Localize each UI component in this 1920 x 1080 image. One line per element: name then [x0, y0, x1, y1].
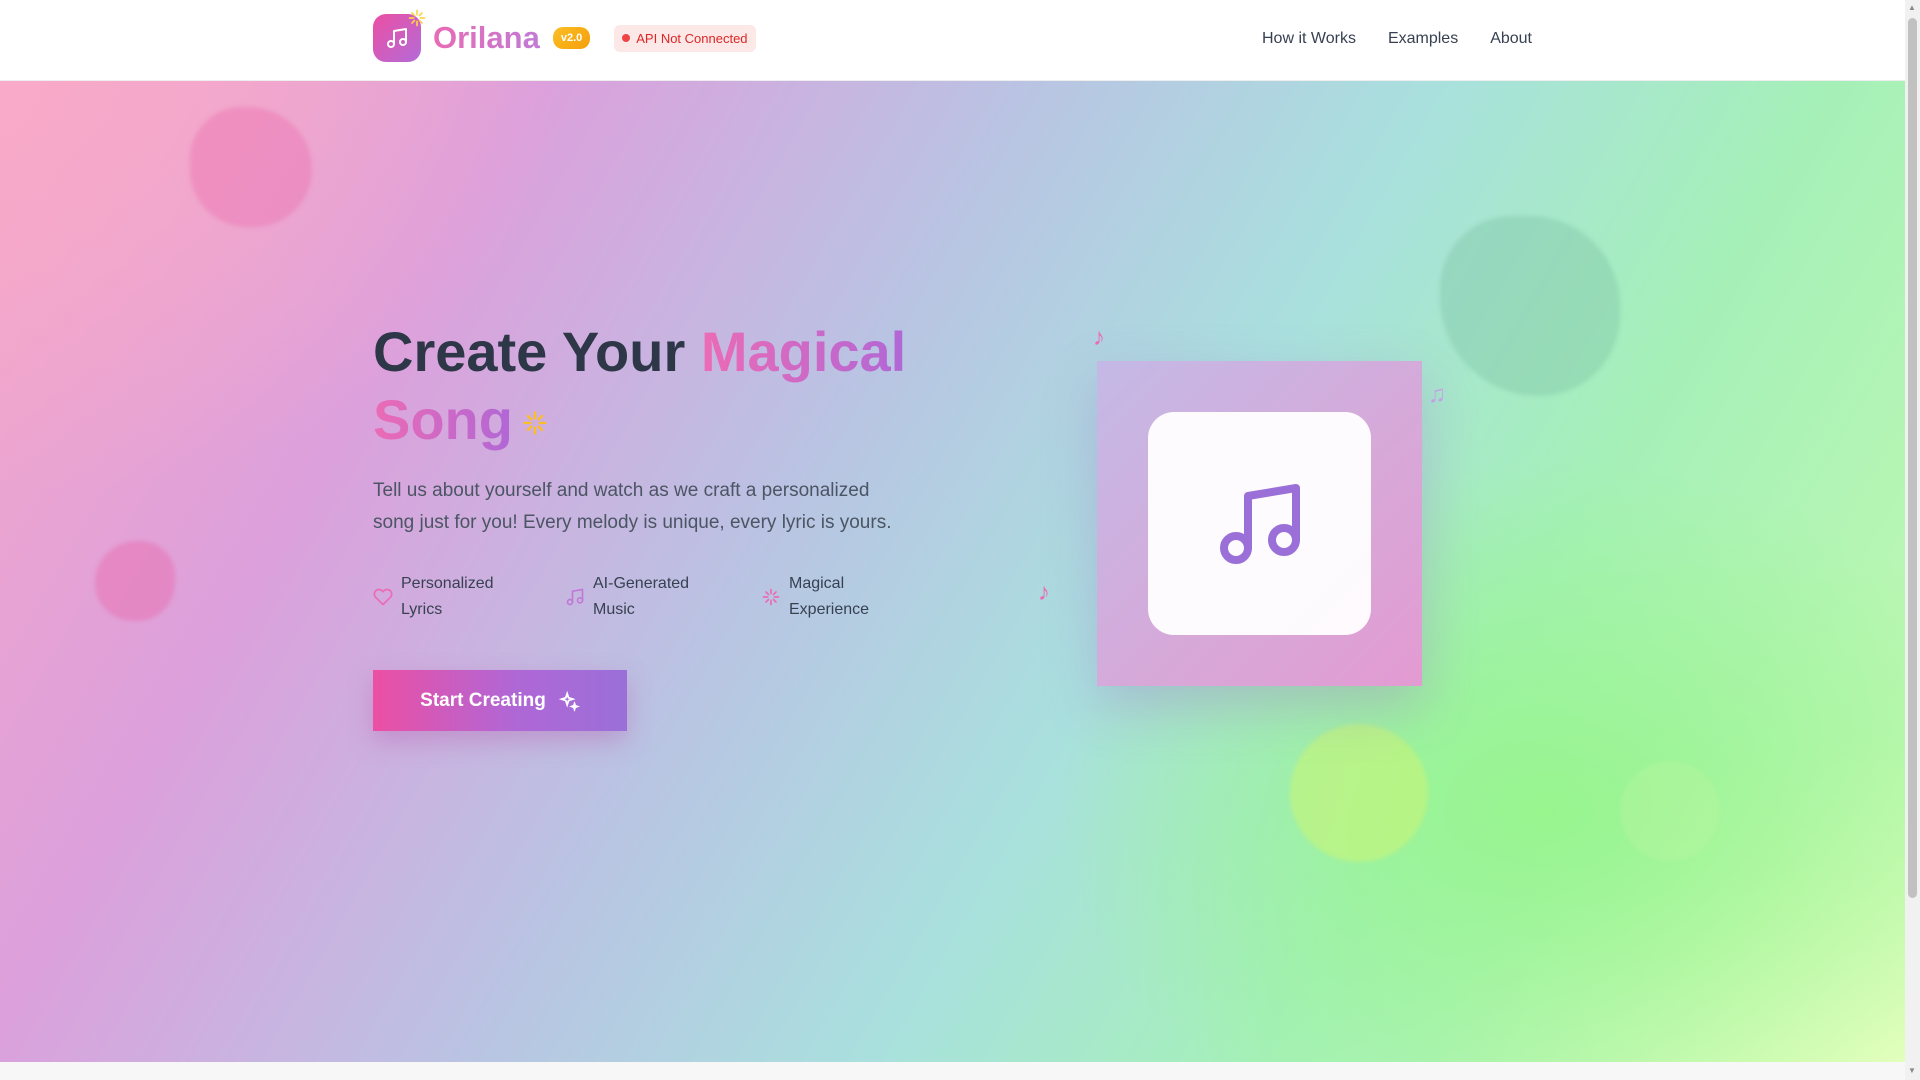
feature-label: AI-Generated Music: [593, 575, 690, 618]
decorative-blob: [1440, 216, 1620, 396]
floating-note-icon: ♪: [1038, 579, 1050, 606]
floating-note-icon: ♪: [1093, 324, 1105, 351]
decorative-blob: [1290, 724, 1428, 862]
feature-label: Magical Experience: [789, 575, 870, 618]
music-note-icon: [1212, 476, 1308, 572]
album-art-card: [1097, 361, 1422, 686]
start-creating-button[interactable]: Start Creating: [373, 670, 627, 731]
cta-label: Start Creating: [420, 689, 546, 711]
api-status-text: API Not Connected: [636, 30, 748, 46]
scroll-up-icon[interactable]: ▲: [1908, 3, 1916, 12]
nav-about[interactable]: About: [1490, 30, 1532, 48]
decorative-blob: [1620, 761, 1720, 861]
feature-label: Personalized Lyrics: [401, 575, 494, 618]
title-accent: Song: [373, 388, 513, 451]
scrollbar-thumb[interactable]: [1908, 18, 1917, 898]
music-note-icon: [565, 587, 585, 607]
album-art-inner: [1148, 412, 1371, 635]
api-status-badge: API Not Connected: [614, 24, 756, 52]
hero-title: Create Your Magical Song: [373, 318, 933, 454]
status-dot-icon: [622, 34, 631, 42]
music-note-icon: [373, 9, 426, 62]
brand-logo[interactable]: Orilana v2.0 API Not Connected: [373, 9, 756, 62]
feature-item: Magical Experience: [761, 571, 951, 623]
version-badge: v2.0: [552, 27, 591, 49]
page-scrollbar[interactable]: ▲ ▼: [1905, 0, 1920, 1080]
sparkle-icon: [407, 8, 427, 33]
scroll-down-icon[interactable]: ▼: [1908, 1066, 1916, 1075]
title-accent: Magical: [700, 320, 907, 383]
sparkle-icon: [521, 384, 549, 452]
nav-how-it-works[interactable]: How it Works: [1262, 30, 1356, 48]
main-nav: How it Works Examples About: [1262, 30, 1532, 48]
feature-list: Personalized Lyrics AI-Generated Music M…: [373, 571, 951, 623]
heart-icon: [373, 587, 393, 607]
hero-section: Create Your Magical Song Tell us about y…: [0, 81, 1905, 1062]
hero-subtitle: Tell us about yourself and watch as we c…: [373, 480, 892, 533]
sparkles-icon: [558, 690, 580, 712]
top-nav-bar: Orilana v2.0 API Not Connected How it Wo…: [0, 0, 1905, 81]
sparkles-icon: [761, 587, 781, 607]
nav-examples[interactable]: Examples: [1388, 30, 1458, 48]
decorative-blob: [190, 107, 312, 227]
feature-item: Personalized Lyrics: [373, 571, 565, 623]
brand-name: Orilana: [433, 20, 540, 55]
title-plain: Create Your: [373, 320, 701, 383]
feature-item: AI-Generated Music: [565, 571, 761, 623]
decorative-blob: [95, 541, 175, 621]
floating-note-icon: ♫: [1428, 381, 1446, 408]
next-section-edge: [0, 1062, 1905, 1080]
